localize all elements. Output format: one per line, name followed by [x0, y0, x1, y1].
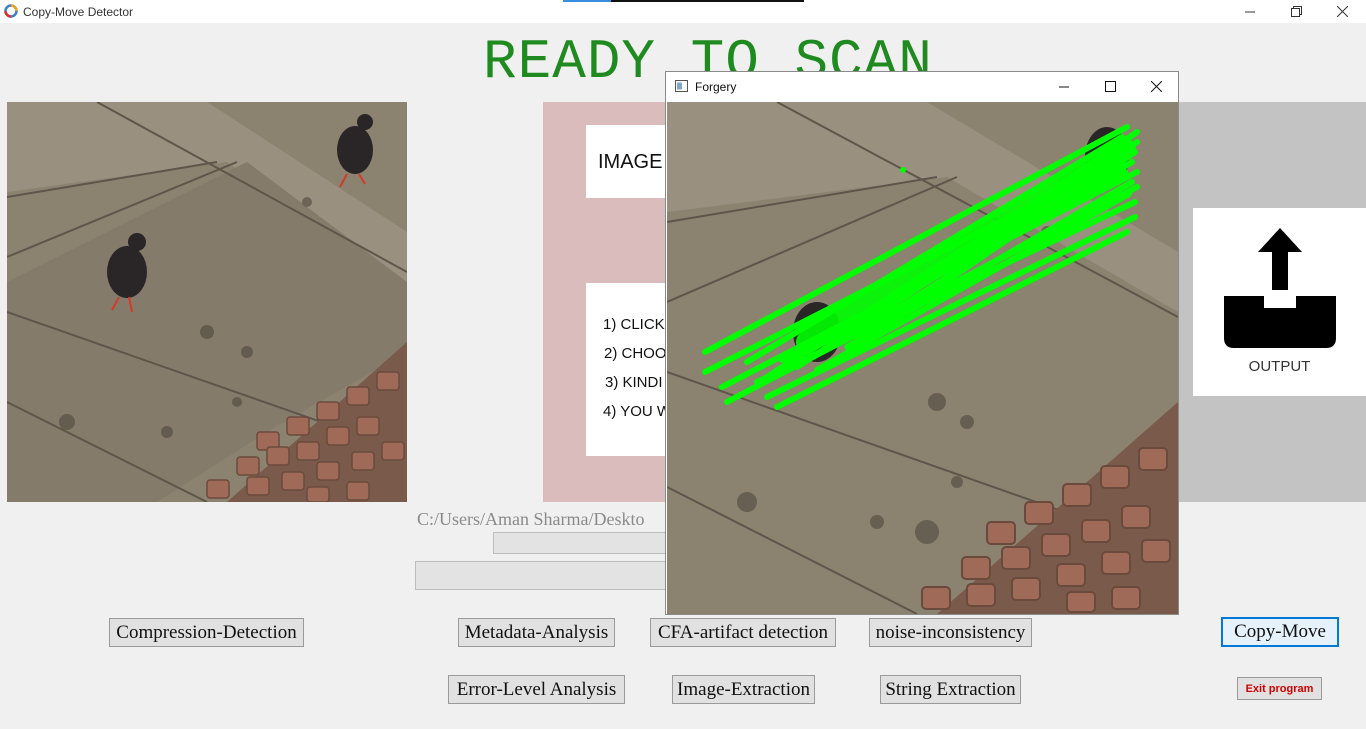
- status-bar: [415, 561, 675, 590]
- instruction-step: 2) CHOO: [604, 345, 667, 362]
- exit-program-button[interactable]: Exit program: [1237, 677, 1322, 700]
- instructions-title: IMAGE: [598, 151, 663, 173]
- window-icon: [675, 80, 688, 92]
- output-label: OUTPUT: [1248, 358, 1311, 375]
- forgery-close-button[interactable]: [1133, 72, 1179, 101]
- copy-move-button[interactable]: Copy-Move: [1221, 617, 1339, 647]
- forgery-maximize-button[interactable]: [1087, 72, 1133, 101]
- forgery-minimize-button[interactable]: [1041, 72, 1087, 101]
- forgery-window-title: Forgery: [695, 80, 737, 94]
- instructions-title-card: IMAGE: [586, 125, 676, 198]
- instructions-steps-card: 1) CLICK 2) CHOO 3) KINDI 4) YOU W: [586, 283, 676, 456]
- compression-detection-button[interactable]: Compression-Detection: [109, 618, 304, 647]
- output-button[interactable]: OUTPUT: [1193, 208, 1366, 396]
- forgery-window[interactable]: Forgery: [665, 71, 1179, 615]
- close-icon: [1150, 81, 1162, 92]
- taskbar-accent: [563, 0, 611, 2]
- window-title: Copy-Move Detector: [23, 5, 134, 19]
- input-image: [7, 102, 407, 502]
- taskbar-strip: [611, 0, 804, 2]
- instruction-step: 3) KINDI: [605, 374, 663, 391]
- upload-tray-icon: [1224, 228, 1336, 348]
- instruction-step: 1) CLICK: [603, 316, 665, 333]
- instruction-step: 4) YOU W: [603, 403, 672, 420]
- minimize-icon: [1245, 11, 1255, 12]
- forgery-result-image: [667, 102, 1178, 614]
- file-path: C:/Users/Aman Sharma/Deskto: [417, 509, 645, 529]
- string-extraction-button[interactable]: String Extraction: [880, 675, 1021, 704]
- restore-button[interactable]: [1273, 0, 1319, 23]
- error-level-analysis-button[interactable]: Error-Level Analysis: [448, 675, 625, 704]
- title-bar: Copy-Move Detector: [0, 0, 1366, 23]
- close-icon: [1336, 6, 1348, 17]
- app-logo-icon: [4, 4, 18, 18]
- minimize-button[interactable]: [1227, 0, 1273, 23]
- close-button[interactable]: [1319, 0, 1365, 23]
- metadata-analysis-button[interactable]: Metadata-Analysis: [458, 618, 615, 647]
- cfa-artifact-detection-button[interactable]: CFA-artifact detection: [650, 618, 836, 647]
- progress-bar: [493, 532, 675, 554]
- image-extraction-button[interactable]: Image-Extraction: [672, 675, 815, 704]
- restore-icon: [1290, 6, 1302, 17]
- minimize-icon: [1059, 86, 1069, 87]
- maximize-icon: [1104, 81, 1116, 92]
- noise-inconsistency-button[interactable]: noise-inconsistency: [869, 618, 1032, 647]
